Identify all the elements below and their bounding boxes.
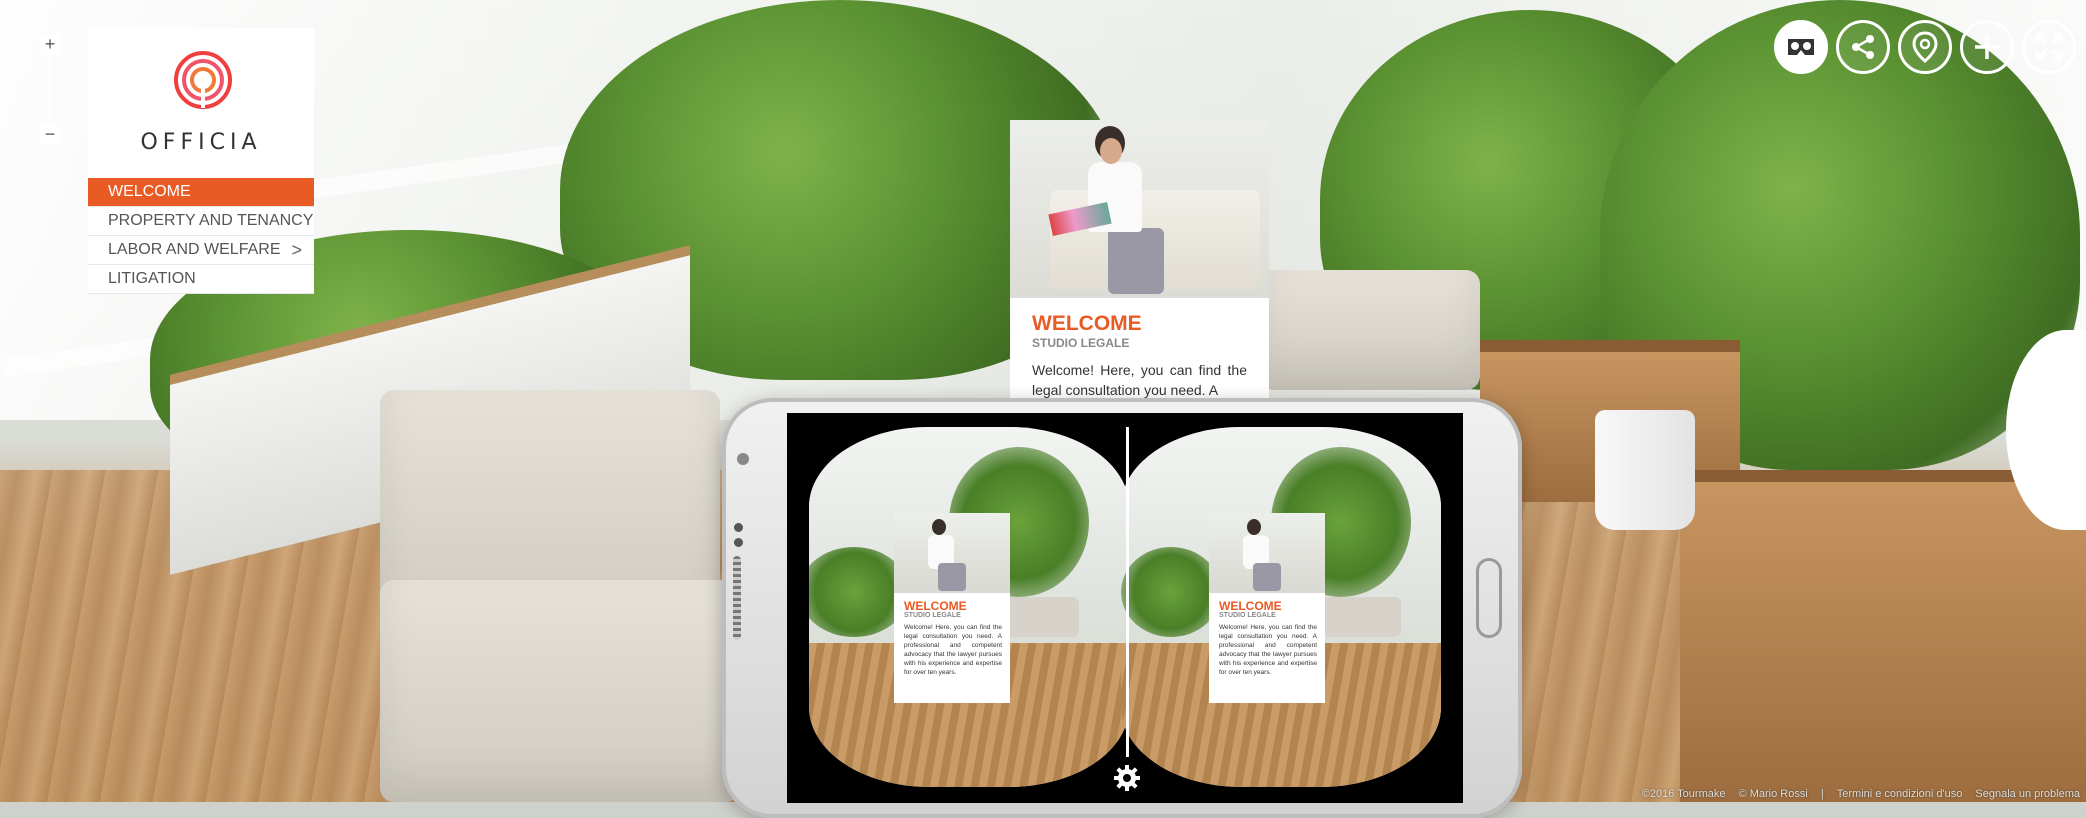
vr-sofa	[999, 597, 1079, 637]
gear-icon[interactable]	[1112, 763, 1142, 793]
brand-name: OFFICIA	[140, 130, 262, 155]
toolbar	[1774, 20, 2076, 74]
menu-item-label: PROPERTY AND TENANCY	[108, 212, 314, 229]
spiral-logo-icon	[173, 50, 233, 110]
lawyer-photo	[1010, 120, 1269, 298]
menu-item-welcome[interactable]: WELCOME	[88, 178, 314, 207]
vr-divider	[1126, 427, 1129, 757]
share-icon[interactable]	[1836, 20, 1890, 74]
phone-home-button	[1476, 558, 1502, 638]
footer: ©2016 Tourmake © Mario Rossi | Termini e…	[1632, 788, 2080, 800]
vr-info-card: WELCOME STUDIO LEGALE Welcome! Here, you…	[894, 513, 1010, 703]
photo-person-legs	[1108, 228, 1164, 294]
white-pot	[1595, 410, 1695, 530]
phone-sensor	[734, 538, 743, 547]
planter-box	[1680, 470, 2086, 802]
plus-circle-icon[interactable]	[1960, 20, 2014, 74]
vr-phone-preview: WELCOME STUDIO LEGALE Welcome! Here, you…	[722, 398, 1522, 818]
menu-item-label: LITIGATION	[108, 270, 196, 287]
report-problem-link[interactable]: Segnala un problema	[1975, 788, 2080, 800]
menu-item-litigation[interactable]: LITIGATION	[88, 265, 314, 294]
tour-menu: WELCOME PROPERTY AND TENANCY LABOR AND W…	[88, 178, 314, 294]
zoom-in-icon[interactable]: +	[40, 35, 60, 55]
zoom-slider-track[interactable]	[49, 55, 51, 125]
photo-person-face	[1100, 138, 1122, 164]
copyright-text: ©2016 Tourmake	[1641, 788, 1726, 800]
menu-item-property-and-tenancy[interactable]: PROPERTY AND TENANCY	[88, 207, 314, 236]
menu-item-label: WELCOME	[108, 183, 191, 200]
card-title: WELCOME	[1032, 312, 1142, 335]
vr-card-title: WELCOME	[904, 599, 967, 613]
footer-separator: |	[1820, 788, 1824, 800]
white-sofa	[1260, 270, 1480, 390]
vr-card-body: Welcome! Here, you can find the legal co…	[904, 624, 1002, 676]
white-sofa	[380, 580, 740, 802]
phone-camera	[737, 453, 749, 465]
card-subtitle: STUDIO LEGALE	[1032, 336, 1130, 350]
vr-card-body: Welcome! Here, you can find the legal co…	[1219, 624, 1317, 676]
vr-card-photo	[894, 513, 1010, 593]
zoom-control: + −	[40, 35, 60, 145]
map-pin-icon[interactable]	[1898, 20, 1952, 74]
author-text: © Mario Rossi	[1738, 788, 1808, 800]
card-body: Welcome! Here, you can find the legal co…	[1032, 362, 1247, 398]
vr-left-eye: WELCOME STUDIO LEGALE Welcome! Here, you…	[809, 427, 1129, 787]
vr-plant	[1121, 547, 1221, 637]
phone-speaker	[733, 556, 741, 640]
menu-item-label: LABOR AND WELFARE	[108, 241, 281, 258]
chevron-right-icon: >	[291, 240, 302, 260]
fullscreen-icon[interactable]	[2022, 20, 2076, 74]
vr-screen[interactable]: WELCOME STUDIO LEGALE Welcome! Here, you…	[787, 413, 1463, 803]
zoom-out-icon[interactable]: −	[40, 125, 60, 145]
menu-item-labor-and-welfare[interactable]: LABOR AND WELFARE >	[88, 236, 314, 265]
brand-panel: OFFICIA	[88, 28, 314, 178]
info-card[interactable]: WELCOME STUDIO LEGALE Welcome! Here, you…	[1010, 120, 1269, 398]
vr-right-eye: WELCOME STUDIO LEGALE Welcome! Here, you…	[1121, 427, 1441, 787]
vr-card-subtitle: STUDIO LEGALE	[1219, 612, 1276, 619]
vr-sofa	[1321, 597, 1401, 637]
vr-card-title: WELCOME	[1219, 599, 1282, 613]
terms-link[interactable]: Termini e condizioni d'uso	[1837, 788, 1963, 800]
vr-card-subtitle: STUDIO LEGALE	[904, 612, 961, 619]
vr-info-card: WELCOME STUDIO LEGALE Welcome! Here, you…	[1209, 513, 1325, 703]
vr-headset-icon[interactable]	[1774, 20, 1828, 74]
vr-card-photo	[1209, 513, 1325, 593]
phone-sensor	[734, 523, 743, 532]
